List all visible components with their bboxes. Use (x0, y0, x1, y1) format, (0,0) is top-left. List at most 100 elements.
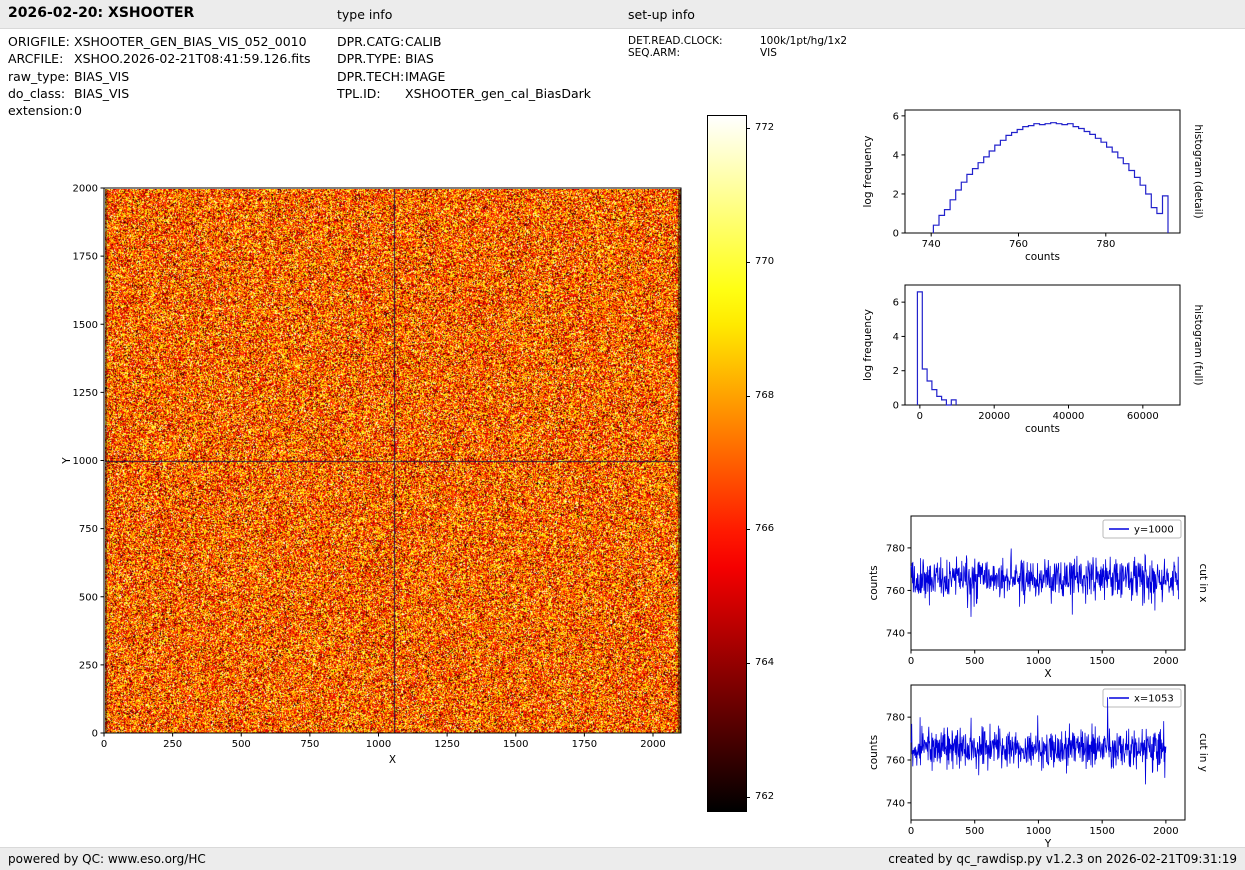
svg-text:740: 740 (886, 628, 905, 639)
svg-text:histogram (detail): histogram (detail) (1192, 124, 1204, 218)
colorbar-tick-label: 766 (755, 523, 775, 534)
colorbar-tick-mark (746, 396, 750, 397)
svg-text:740: 740 (886, 798, 905, 809)
svg-text:760: 760 (886, 586, 905, 597)
meta-value: VIS (760, 47, 777, 59)
svg-text:740: 740 (922, 239, 941, 250)
file-info-block: ORIGFILE: XSHOOTER_GEN_BIAS_VIS_052_0010 … (8, 33, 311, 119)
svg-text:750: 750 (300, 739, 319, 750)
svg-text:1000: 1000 (1026, 656, 1051, 667)
svg-text:500: 500 (232, 739, 251, 750)
svg-text:2000: 2000 (1153, 826, 1178, 837)
footer-created-by: created by qc_rawdisp.py v1.2.3 on 2026-… (888, 852, 1237, 866)
svg-text:log frequency: log frequency (862, 309, 874, 381)
svg-text:counts: counts (1025, 423, 1060, 435)
svg-text:1000: 1000 (73, 456, 98, 467)
meta-label: SEQ.ARM: (628, 47, 680, 59)
svg-text:1000: 1000 (366, 739, 391, 750)
svg-text:1750: 1750 (572, 739, 597, 750)
meta-row-origfile: ORIGFILE: XSHOOTER_GEN_BIAS_VIS_052_0010 (8, 33, 311, 50)
svg-text:0: 0 (908, 826, 914, 837)
cut-in-x-chart: 0 500 1000 1500 2000 740 760 780 Xcounts cut in x… (868, 515, 1209, 680)
meta-value: CALIB (405, 34, 442, 49)
svg-text:counts: counts (868, 565, 880, 600)
svg-text:y=1000: y=1000 (1134, 525, 1174, 536)
svg-text:1500: 1500 (73, 320, 98, 331)
svg-text:cut in x: cut in x (1197, 563, 1209, 602)
svg-text:750: 750 (79, 524, 98, 535)
hot-colorbar (707, 115, 747, 812)
meta-label: ORIGFILE: (8, 34, 70, 49)
meta-label: DPR.CATG: (337, 34, 405, 49)
cut-in-y-chart: 0 500 1000 1500 2000740760780Ycounts cut in y… (868, 684, 1209, 850)
svg-text:0: 0 (92, 729, 98, 740)
svg-text:760: 760 (1009, 239, 1028, 250)
footer-powered-by: powered by QC: www.eso.org/HC (8, 852, 206, 866)
svg-text:0: 0 (893, 401, 899, 412)
svg-text:1000: 1000 (1026, 826, 1051, 837)
meta-label: DET.READ.CLOCK: (628, 35, 723, 47)
svg-text:2: 2 (893, 189, 899, 200)
svg-text:780: 780 (1096, 239, 1115, 250)
meta-row-extension: extension:0 (8, 102, 311, 119)
colorbar-tick-mark (746, 262, 750, 263)
setup-info-block: DET.READ.CLOCK: 100k/1pt/hg/1x2 SEQ.ARM: V… (628, 35, 847, 59)
meta-value: XSHOOTER_gen_cal_BiasDark (405, 85, 591, 101)
header-bar: 2026-02-20: XSHOOTER type info set-up in… (0, 0, 1245, 29)
meta-value: BIAS_VIS (74, 85, 130, 101)
svg-text:1500: 1500 (1089, 656, 1114, 667)
meta-row-tpl-id: TPL.ID: XSHOOTER_gen_cal_BiasDark (337, 85, 591, 102)
svg-text:1250: 1250 (73, 388, 98, 399)
qc-rawdisp-page: 2026-02-20: XSHOOTER type info set-up in… (0, 0, 1245, 870)
colorbar-tick-label: 770 (755, 256, 775, 267)
footer-bar: powered by QC: www.eso.org/HC created by… (0, 847, 1245, 870)
svg-text:6: 6 (893, 111, 899, 122)
meta-value: BIAS (405, 51, 434, 67)
meta-value: 100k/1pt/hg/1x2 (760, 35, 848, 47)
meta-row-dpr-type: DPR.TYPE: BIAS (337, 50, 591, 67)
svg-text:log frequency: log frequency (862, 135, 874, 207)
svg-text:1500: 1500 (1089, 826, 1114, 837)
svg-text:cut in y: cut in y (1197, 733, 1209, 772)
setup-info-label: set-up info (628, 7, 695, 22)
type-info-block: DPR.CATG:CALIB DPR.TYPE: BIAS DPR.TECH:IM… (337, 33, 591, 102)
meta-row-dpr-tech: DPR.TECH:IMAGE (337, 68, 591, 85)
svg-text:2: 2 (893, 366, 899, 377)
meta-label: TPL.ID: (337, 85, 381, 101)
svg-text:250: 250 (79, 660, 98, 671)
meta-label: DPR.TYPE: (337, 51, 402, 67)
meta-value: IMAGE (405, 68, 446, 84)
svg-text:4: 4 (893, 150, 899, 161)
svg-text:500: 500 (79, 592, 98, 603)
meta-row-do-class: do_class: BIAS_VIS (8, 85, 311, 102)
svg-text:counts: counts (1025, 251, 1060, 263)
svg-text:760: 760 (886, 756, 905, 767)
meta-row-seq-arm: SEQ.ARM: VIS (628, 47, 847, 59)
svg-text:counts: counts (868, 735, 880, 770)
colorbar-tick-label: 762 (755, 791, 775, 802)
colorbar-tick-mark (746, 128, 750, 129)
page-title: 2026-02-20: XSHOOTER (8, 5, 195, 21)
svg-text:x=1053: x=1053 (1134, 694, 1174, 705)
meta-label: extension: (8, 103, 74, 119)
raw-image-canvas (105, 189, 681, 733)
svg-text:2000: 2000 (640, 739, 665, 750)
svg-text:X: X (1044, 668, 1051, 680)
svg-text:250: 250 (163, 739, 182, 750)
meta-value: XSHOO.2026-02-21T08:41:59.126.fits (74, 51, 311, 67)
colorbar-tick-mark (746, 797, 750, 798)
svg-text:500: 500 (965, 656, 984, 667)
type-info-label: type info (337, 7, 393, 22)
meta-row-dpr-catg: DPR.CATG:CALIB (337, 33, 591, 50)
svg-text:780: 780 (886, 543, 905, 554)
svg-text:0: 0 (101, 739, 107, 750)
svg-text:6: 6 (893, 298, 899, 309)
meta-value: XSHOOTER_GEN_BIAS_VIS_052_0010 (74, 34, 307, 49)
svg-text:0: 0 (917, 411, 923, 422)
colorbar-tick-labels: 772 770 768 766 764 762 (746, 115, 801, 815)
colorbar-tick-label: 764 (755, 657, 775, 668)
svg-text:X: X (389, 754, 396, 766)
meta-label: raw_type: (8, 68, 70, 84)
svg-text:histogram (full): histogram (full) (1192, 305, 1204, 386)
svg-text:1750: 1750 (73, 252, 98, 263)
